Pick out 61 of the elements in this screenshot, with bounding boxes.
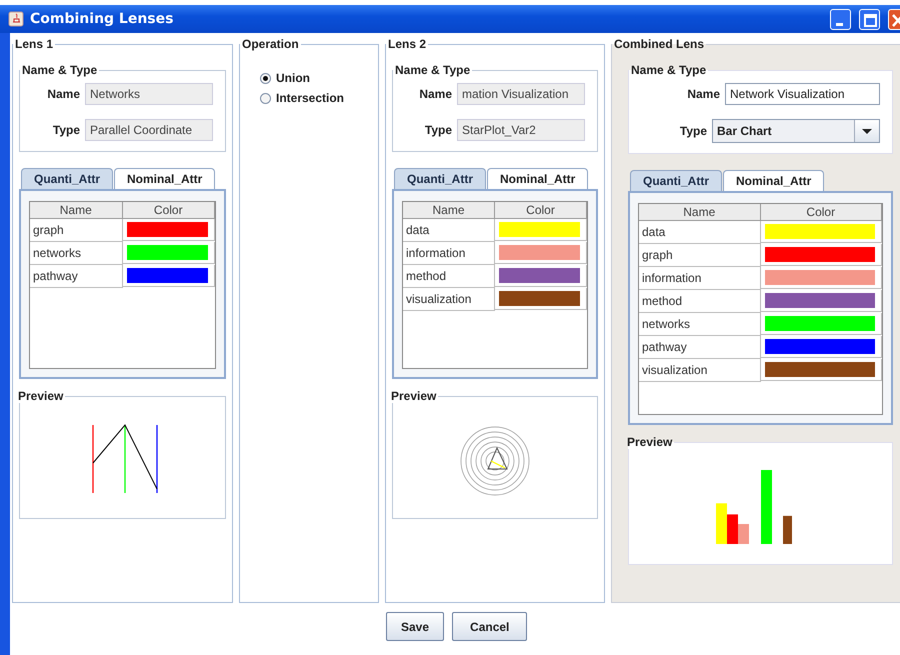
type-field[interactable]: Parallel Coordinate [85,119,213,141]
field-label: Name [419,87,452,101]
field-label: Type [424,123,452,137]
save-button[interactable]: Save [386,612,444,641]
table-cell: information [639,267,760,290]
star-plot-drawing [459,424,531,496]
name-field[interactable]: Networks [85,83,213,105]
column-header: Name [30,202,122,219]
radio-button[interactable] [260,92,271,104]
radio-option[interactable]: Intersection [260,91,372,105]
table-cell: graph [639,244,760,267]
window-title: Combining Lenses [30,11,174,27]
column-header: Name [639,204,760,221]
field-label: Name [47,87,80,101]
group-title: Name & Type [630,63,708,77]
cancel-button[interactable]: Cancel [452,612,528,641]
tab[interactable]: Nominal_Attr [114,168,216,189]
table-cell: pathway [30,265,122,288]
panel-title: Operation [241,37,300,51]
table-cell: visualization [403,288,495,311]
tab[interactable]: Quanti_Attr [394,168,486,189]
minimize-icon [836,22,843,26]
field-label: Type [52,123,80,137]
panel-title: Lens 2 [387,37,428,51]
tab[interactable]: Nominal_Attr [487,168,588,189]
column-header: Color [122,202,215,219]
type-dropdown[interactable]: Bar Chart [712,119,880,143]
table-cell: information [403,242,495,265]
group-title: Name & Type [21,63,98,77]
close-button[interactable] [888,8,900,30]
table-cell: method [403,265,495,288]
panel-title: Lens 1 [14,37,54,51]
panel-title: Combined Lens [613,37,706,51]
tab[interactable]: Quanti_Attr [630,170,722,191]
group-title: Name & Type [394,63,472,77]
tab[interactable]: Quanti_Attr [21,168,113,189]
table-cell: data [639,221,760,244]
field-label: Type [680,124,707,138]
field-label: Name [687,87,720,101]
table-cell: data [403,219,495,242]
group-title: Preview [17,389,64,403]
type-field[interactable]: StarPlot_Var2 [457,119,585,141]
column-header: Color [495,202,587,219]
maximize-button[interactable] [859,8,880,30]
radio-button[interactable] [260,72,271,84]
radio-option[interactable]: Union [260,71,372,85]
table-cell: pathway [639,336,760,359]
table-cell: visualization [639,359,760,382]
group-title: Preview [626,435,674,449]
minimize-button[interactable] [830,8,851,30]
name-field[interactable]: Network Visualization [725,83,880,105]
tab[interactable]: Nominal_Attr [723,170,824,191]
table-cell: networks [30,242,122,265]
name-field[interactable]: mation Visualization [457,83,585,105]
table-cell: graph [30,219,122,242]
table-cell: networks [639,313,760,336]
column-header: Name [403,202,495,219]
table-cell: method [639,290,760,313]
app-icon [8,11,24,27]
group-title: Preview [390,389,438,403]
column-header: Color [760,204,882,221]
